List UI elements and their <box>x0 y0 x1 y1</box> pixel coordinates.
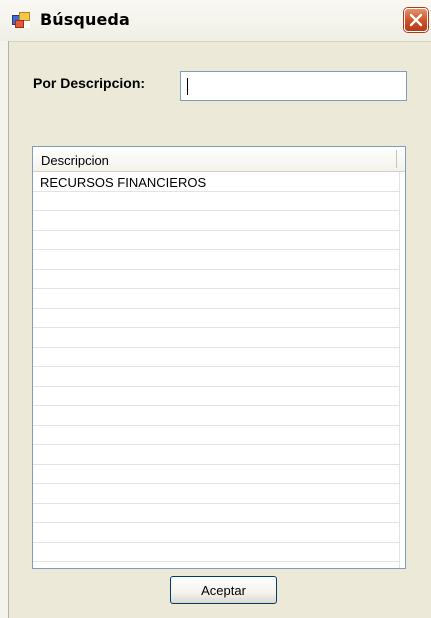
table-row[interactable] <box>33 328 399 348</box>
grid-header: Descripcion <box>33 147 405 172</box>
search-input[interactable] <box>180 71 407 101</box>
table-row[interactable] <box>33 465 399 484</box>
accept-button[interactable]: Aceptar <box>170 576 277 604</box>
table-row[interactable] <box>33 543 399 562</box>
table-row[interactable] <box>33 387 399 406</box>
table-row[interactable] <box>33 231 399 250</box>
results-grid[interactable]: Descripcion RECURSOS FINANCIEROS <box>32 146 406 569</box>
table-row[interactable] <box>33 445 399 465</box>
table-row[interactable] <box>33 406 399 426</box>
table-row[interactable] <box>33 309 399 328</box>
table-row[interactable] <box>33 426 399 445</box>
table-row[interactable] <box>33 270 399 289</box>
close-icon <box>409 13 423 27</box>
cell-descripcion: RECURSOS FINANCIEROS <box>40 175 207 190</box>
title-bar[interactable]: Búsqueda <box>0 0 431 42</box>
grid-body: RECURSOS FINANCIEROS <box>33 172 399 562</box>
table-row[interactable] <box>33 211 399 231</box>
table-row[interactable] <box>33 484 399 504</box>
table-row[interactable] <box>33 192 399 211</box>
window-border <box>0 41 9 618</box>
text-cursor <box>187 78 188 95</box>
table-row[interactable] <box>33 348 399 367</box>
close-button[interactable] <box>404 8 428 32</box>
search-dialog: Búsqueda Por Descripcion: Descripcion RE… <box>0 0 431 618</box>
search-label: Por Descripcion: <box>33 75 146 91</box>
table-row[interactable]: RECURSOS FINANCIEROS <box>33 172 399 192</box>
form-window-icon <box>12 12 30 28</box>
table-row[interactable] <box>33 250 399 270</box>
table-row[interactable] <box>33 504 399 523</box>
column-gridline <box>399 172 400 568</box>
table-row[interactable] <box>33 523 399 543</box>
table-row[interactable] <box>33 289 399 309</box>
table-row[interactable] <box>33 367 399 387</box>
column-divider <box>396 150 397 168</box>
column-header-descripcion[interactable]: Descripcion <box>41 153 109 168</box>
window-title: Búsqueda <box>40 10 130 29</box>
